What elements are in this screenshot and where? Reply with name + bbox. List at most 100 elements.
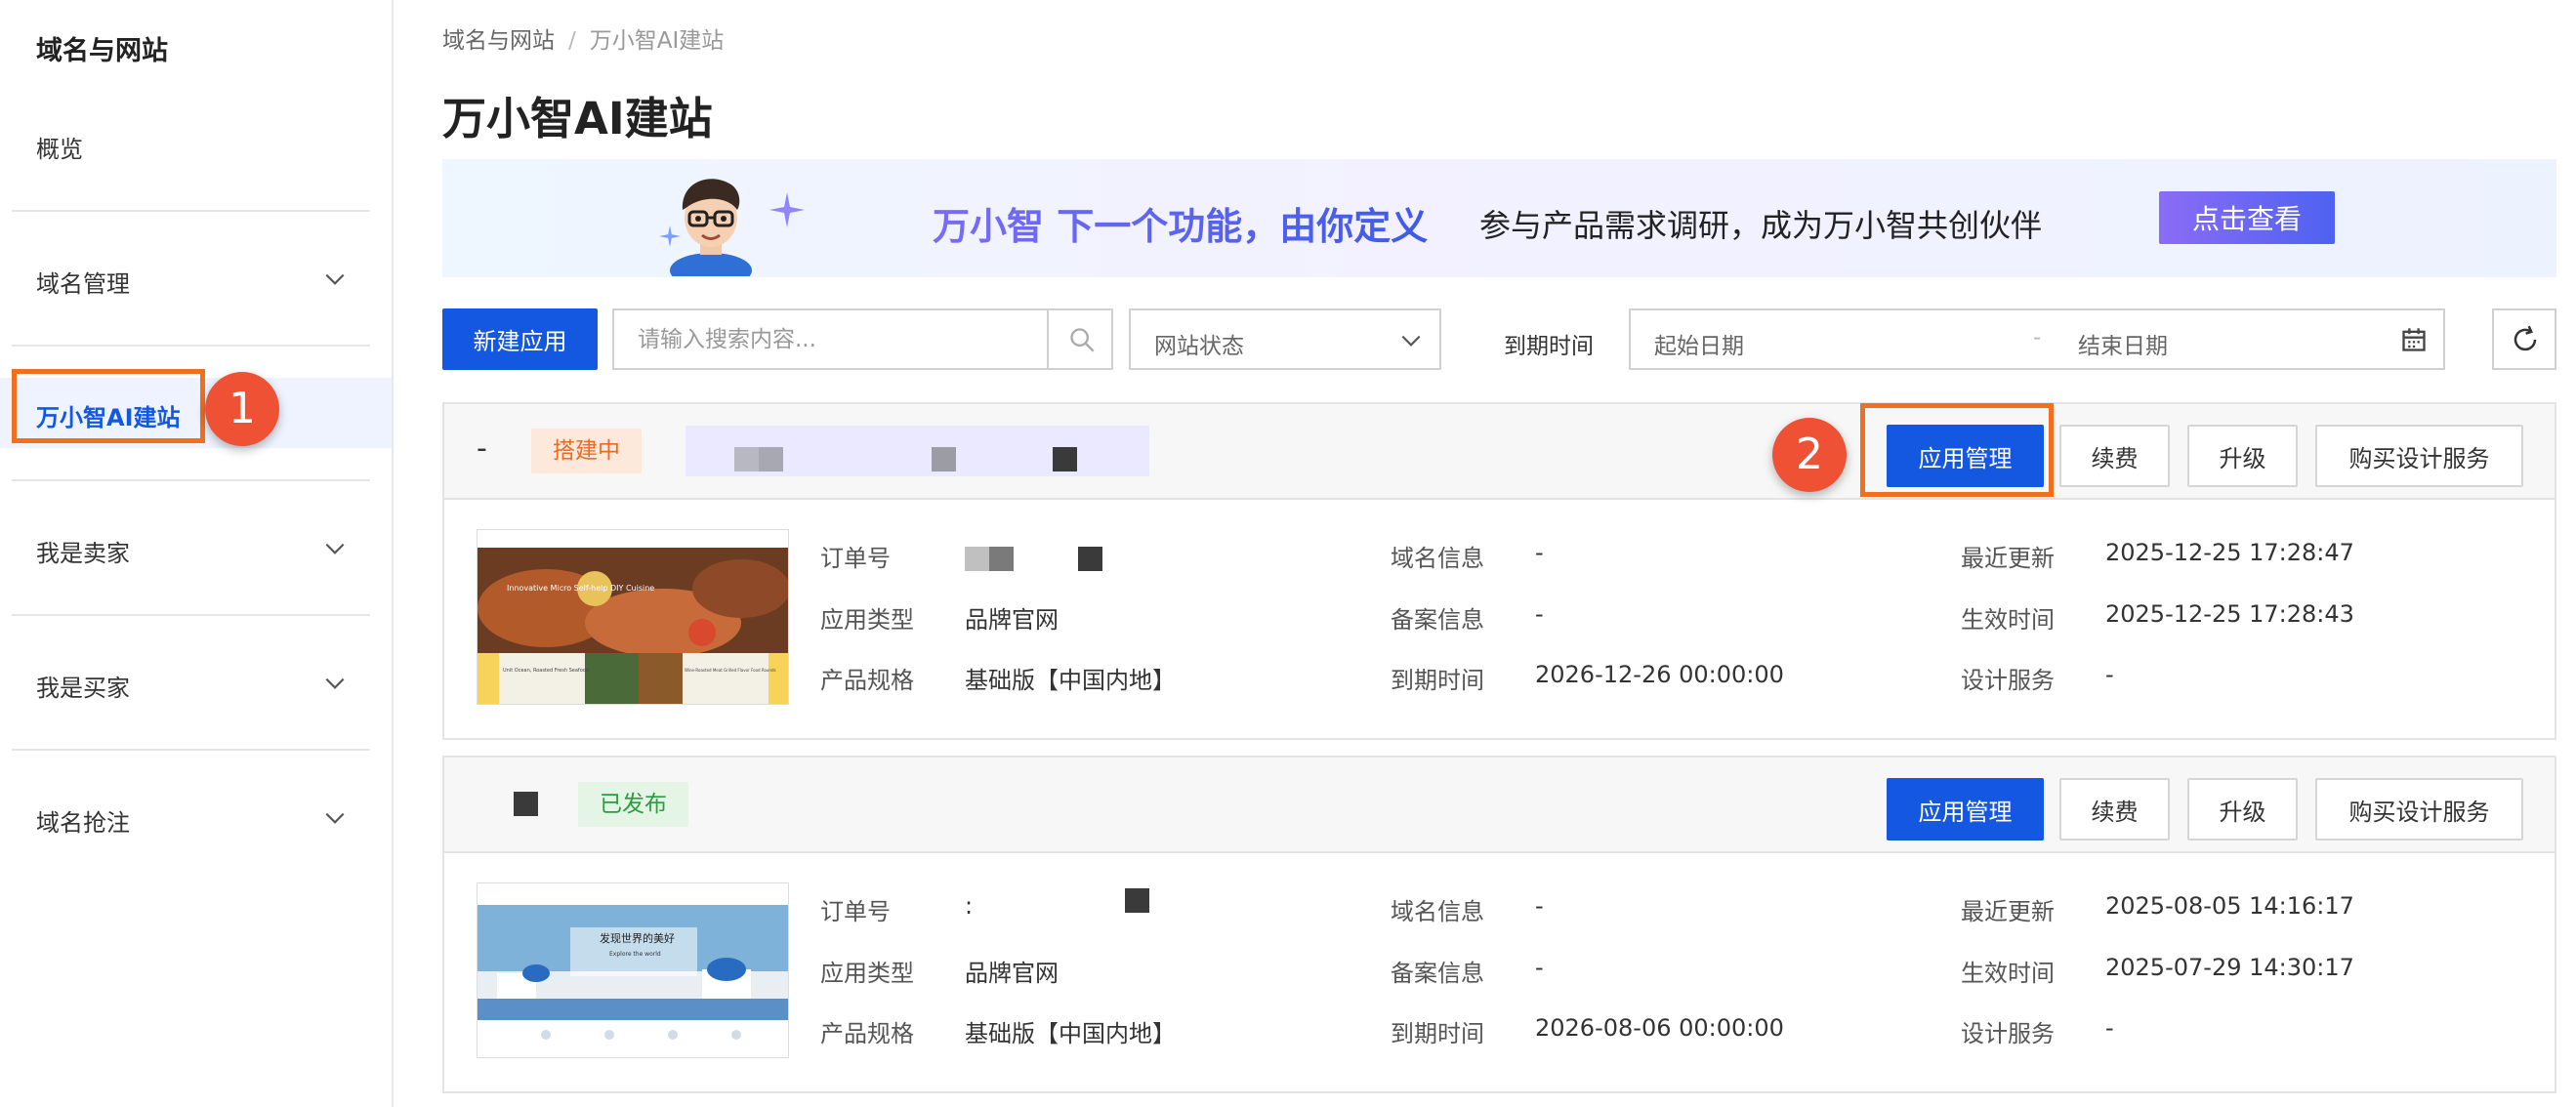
sparkle-icon: [769, 192, 805, 227]
annotation-box-1: [12, 369, 205, 443]
expiry-value: 2026-08-06 00:00:00: [1535, 1014, 1784, 1042]
upgrade-button[interactable]: 升级: [2187, 425, 2298, 487]
thumbnail-caption: Unit Ocean, Roasted Fresh Seafood: [503, 668, 589, 674]
chevron-down-icon[interactable]: [322, 266, 348, 292]
page-title: 万小智AI建站: [442, 93, 713, 144]
design-service-label: 设计服务: [1961, 667, 2055, 694]
banner-headline: 万小智 下一个功能，由你定义: [933, 196, 1428, 250]
app-type-label: 应用类型: [820, 606, 914, 634]
refresh-icon: [2514, 325, 2537, 351]
sidebar-divider: [12, 210, 370, 212]
redacted-app-name: [686, 426, 1149, 476]
breadcrumb-current: 万小智AI建站: [589, 28, 725, 54]
breadcrumb-root[interactable]: 域名与网站: [442, 28, 555, 54]
breadcrumb: 域名与网站 / 万小智AI建站: [442, 21, 724, 55]
sidebar-title: 域名与网站: [36, 36, 168, 66]
design-service-label: 设计服务: [1961, 1020, 2055, 1047]
breadcrumb-separator: /: [568, 28, 576, 54]
design-service-value: -: [2105, 661, 2114, 688]
buy-design-service-button[interactable]: 购买设计服务: [2315, 778, 2523, 840]
app-card: - 搭建中 应用管理 续费 升级 购买设计服务 Innovative Micro: [442, 402, 2556, 740]
site-thumbnail-image: 发现世界的美好 Explore the world: [478, 883, 788, 1057]
effective-time-label: 生效时间: [1961, 606, 2055, 634]
banner-subtitle: 参与产品需求调研，成为万小智共创伙伴: [1479, 207, 2043, 244]
domain-info-value: -: [1535, 539, 1544, 566]
app-type-label: 应用类型: [820, 960, 914, 987]
redacted-block: [965, 547, 989, 571]
design-service-value: -: [2105, 1014, 2114, 1042]
upgrade-button[interactable]: 升级: [2187, 778, 2298, 840]
status-badge: 搭建中: [531, 429, 642, 473]
app-card-header: 已发布 应用管理 续费 升级 购买设计服务: [444, 758, 2555, 853]
annotation-box-2: [1860, 403, 2054, 497]
last-update-label: 最近更新: [1961, 898, 2055, 925]
sidebar-item-domain-snap[interactable]: 域名抢注: [36, 803, 130, 838]
promo-banner: 万小智 下一个功能，由你定义 参与产品需求调研，成为万小智共创伙伴 点击查看: [442, 159, 2556, 277]
search-button[interactable]: [1047, 308, 1113, 370]
thumbnail-caption: 发现世界的美好: [600, 931, 675, 945]
site-thumbnail-image: Innovative Micro Self-help DIY Cuisine U…: [478, 530, 788, 704]
sidebar: 域名与网站 概览 域名管理 万小智AI建站 1 我是卖家 我是买家 域名抢注: [0, 0, 394, 1107]
renew-button[interactable]: 续费: [2059, 425, 2170, 487]
search-icon: [1070, 328, 1095, 352]
sidebar-divider: [12, 749, 370, 751]
site-status-select[interactable]: 网站状态: [1129, 308, 1441, 370]
chevron-down-icon: [1401, 335, 1421, 347]
app-card: 已发布 应用管理 续费 升级 购买设计服务 发现世界的美好 Explore th…: [442, 756, 2556, 1093]
filing-info-label: 备案信息: [1391, 960, 1484, 987]
sidebar-item-domain-management[interactable]: 域名管理: [36, 265, 130, 299]
step-badge-2: 2: [1772, 418, 1847, 492]
chevron-down-icon[interactable]: [322, 536, 348, 561]
renew-button[interactable]: 续费: [2059, 778, 2170, 840]
effective-time-value: 2025-07-29 14:30:17: [2105, 954, 2354, 981]
sidebar-item-seller[interactable]: 我是卖家: [36, 534, 130, 568]
domain-info-value: -: [1535, 892, 1544, 920]
product-spec-value: 基础版【中国内地】: [965, 667, 1176, 694]
status-badge: 已发布: [578, 782, 688, 827]
effective-time-value: 2025-12-25 17:28:43: [2105, 600, 2354, 628]
filing-info-value: -: [1535, 954, 1544, 981]
product-spec-label: 产品规格: [820, 667, 914, 694]
domain-info-label: 域名信息: [1391, 898, 1484, 925]
step-badge-1: 1: [205, 372, 279, 446]
search-input[interactable]: [612, 308, 1113, 370]
thumbnail-caption: Innovative Micro Self-help DIY Cuisine: [507, 584, 654, 593]
thumbnail-caption: Wine-Roasted Meat Grilled Flavor Food Ro…: [685, 668, 776, 673]
refresh-button[interactable]: [2492, 308, 2556, 370]
site-thumbnail[interactable]: Innovative Micro Self-help DIY Cuisine U…: [477, 529, 789, 705]
expiry-filter-label: 到期时间: [1504, 334, 1594, 359]
sidebar-divider: [12, 479, 370, 481]
sidebar-divider: [12, 614, 370, 616]
mascot-avatar: [670, 179, 752, 276]
order-no-label: 订单号: [820, 545, 891, 572]
filing-info-label: 备案信息: [1391, 606, 1484, 634]
date-range-picker[interactable]: 起始日期 - 结束日期: [1629, 308, 2445, 370]
redacted-block: [1078, 547, 1102, 571]
site-thumbnail[interactable]: 发现世界的美好 Explore the world: [477, 882, 789, 1058]
banner-view-button[interactable]: 点击查看: [2159, 191, 2335, 244]
site-status-select-value: 网站状态: [1154, 334, 1244, 359]
date-start-field[interactable]: 起始日期: [1654, 327, 1744, 360]
chevron-down-icon[interactable]: [322, 671, 348, 696]
sidebar-item-overview[interactable]: 概览: [36, 130, 83, 164]
effective-time-label: 生效时间: [1961, 960, 2055, 987]
last-update-label: 最近更新: [1961, 545, 2055, 572]
thumbnail-caption: Explore the world: [609, 951, 661, 958]
order-no-label: 订单号: [820, 898, 891, 925]
new-app-button[interactable]: 新建应用: [442, 308, 598, 370]
date-end-field[interactable]: 结束日期: [2078, 327, 2168, 360]
chevron-down-icon[interactable]: [322, 805, 348, 831]
redacted-block: [514, 792, 538, 816]
sidebar-divider: [12, 345, 370, 347]
sidebar-item-buyer[interactable]: 我是买家: [36, 669, 130, 703]
calendar-icon: [2402, 328, 2426, 351]
product-spec-label: 产品规格: [820, 1020, 914, 1047]
last-update-value: 2025-08-05 14:16:17: [2105, 892, 2354, 920]
product-spec-value: 基础版【中国内地】: [965, 1020, 1176, 1047]
app-manage-button[interactable]: 应用管理: [1887, 778, 2044, 840]
expiry-value: 2026-12-26 00:00:00: [1535, 661, 1784, 688]
buy-design-service-button[interactable]: 购买设计服务: [2315, 425, 2523, 487]
expiry-label: 到期时间: [1391, 1020, 1484, 1047]
sparkle-icon: [659, 226, 681, 247]
app-name: -: [477, 431, 487, 466]
